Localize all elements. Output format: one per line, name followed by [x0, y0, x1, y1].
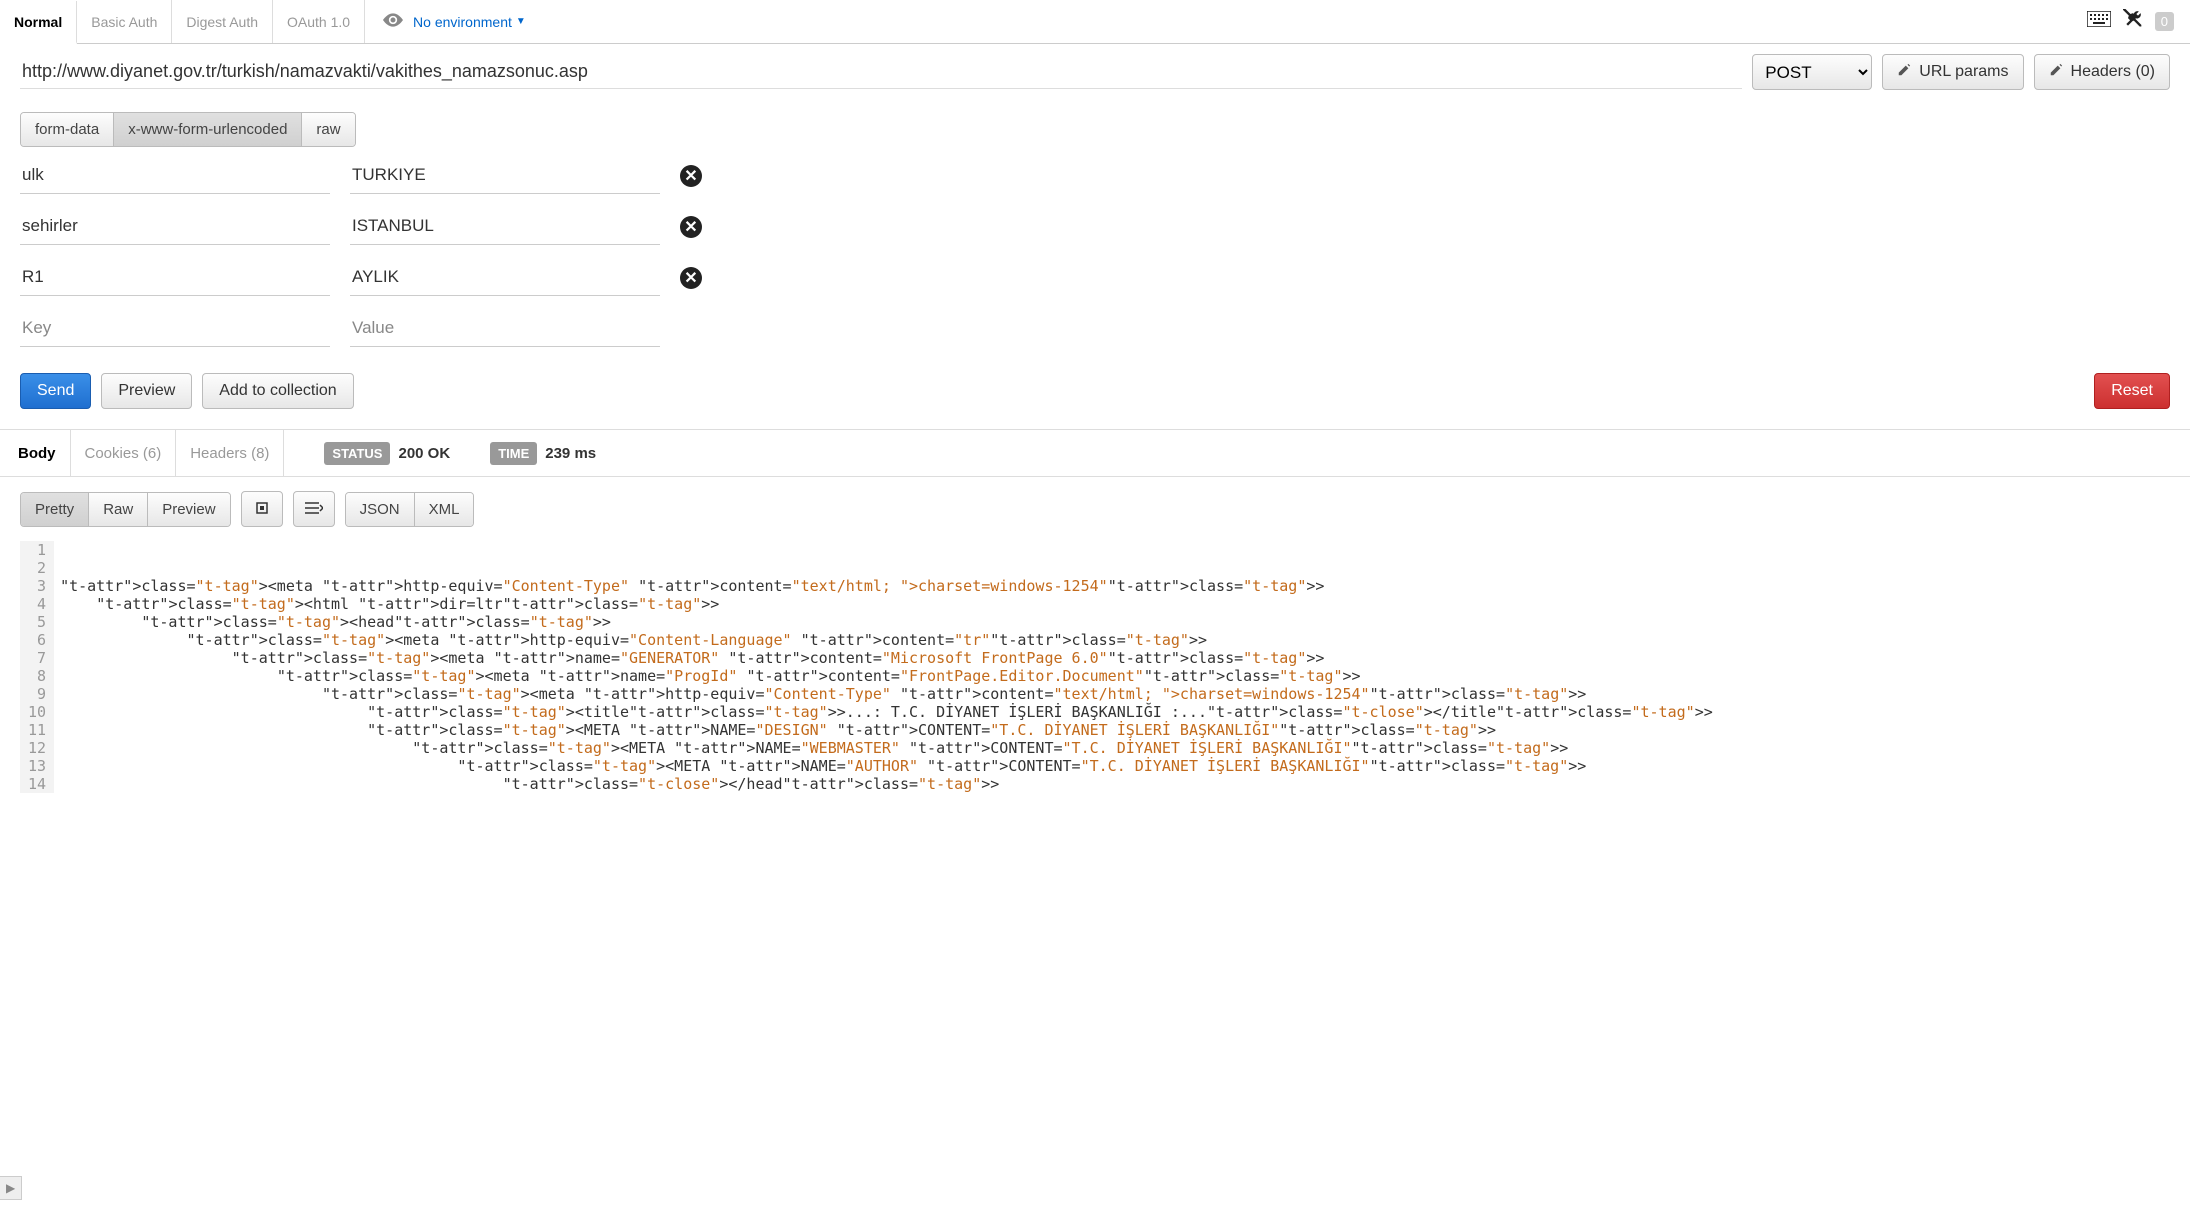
line-gutter: 1234567891011121314 [20, 541, 54, 793]
lang-group: JSON XML [345, 492, 475, 527]
headers-button[interactable]: Headers (0) [2034, 54, 2170, 90]
delete-param-button[interactable]: ✕ [680, 267, 702, 289]
tools-icon[interactable] [2123, 9, 2143, 34]
caret-down-icon: ▼ [516, 16, 526, 27]
close-icon: ✕ [684, 217, 697, 237]
request-row: POST URL params Headers (0) [0, 44, 2190, 94]
params-table: ✕ ✕ ✕ [0, 157, 2190, 347]
body-type-group: form-data x-www-form-urlencoded raw [20, 112, 356, 147]
param-value-input[interactable] [350, 310, 660, 347]
tab-body[interactable]: Body [4, 430, 71, 476]
counter-badge[interactable]: 0 [2155, 12, 2174, 31]
view-mode-group: Pretty Raw Preview [20, 492, 231, 527]
status-value: 200 OK [398, 445, 450, 462]
copy-icon [254, 500, 270, 519]
code-content[interactable]: "t-attr">class="t-tag"><meta "t-attr">ht… [54, 541, 1713, 793]
auth-tabs: Normal Basic Auth Digest Auth OAuth 1.0 [0, 0, 365, 43]
tab-basic-auth[interactable]: Basic Auth [77, 0, 172, 43]
url-params-label: URL params [1919, 63, 2008, 81]
preview-button[interactable]: Preview [101, 373, 192, 409]
status-label: STATUS [324, 442, 390, 465]
copy-button[interactable] [241, 491, 283, 527]
param-row-empty [20, 310, 2170, 347]
method-select[interactable]: POST [1752, 54, 1872, 90]
environment-label: No environment [413, 14, 512, 30]
body-type-row: form-data x-www-form-urlencoded raw [0, 94, 2190, 157]
close-icon: ✕ [684, 166, 697, 186]
tab-digest-auth[interactable]: Digest Auth [172, 0, 273, 43]
lang-xml[interactable]: XML [415, 493, 474, 526]
param-key-input[interactable] [20, 208, 330, 245]
param-value-input[interactable] [350, 259, 660, 296]
tab-cookies[interactable]: Cookies (6) [71, 430, 177, 476]
param-value-input[interactable] [350, 208, 660, 245]
response-code: 1234567891011121314 "t-attr">class="t-ta… [0, 541, 2190, 813]
param-value-input[interactable] [350, 157, 660, 194]
wrap-icon [305, 501, 323, 518]
time-group: TIME 239 ms [490, 442, 596, 465]
delete-param-button[interactable]: ✕ [680, 216, 702, 238]
time-label: TIME [490, 442, 537, 465]
tab-oauth[interactable]: OAuth 1.0 [273, 0, 365, 43]
topbar-right: 0 [2087, 9, 2190, 34]
param-row: ✕ [20, 157, 2170, 194]
action-row: Send Preview Add to collection Reset [0, 361, 2190, 429]
view-preview[interactable]: Preview [148, 493, 229, 526]
param-row: ✕ [20, 208, 2170, 245]
body-type-urlencoded[interactable]: x-www-form-urlencoded [114, 113, 302, 146]
param-key-input[interactable] [20, 310, 330, 347]
edit-icon [2049, 63, 2063, 82]
environment-select[interactable]: No environment ▼ [413, 14, 526, 30]
view-mode-row: Pretty Raw Preview JSON XML [0, 477, 2190, 541]
url-input[interactable] [20, 55, 1742, 89]
param-row: ✕ [20, 259, 2170, 296]
top-bar: Normal Basic Auth Digest Auth OAuth 1.0 … [0, 0, 2190, 44]
lang-json[interactable]: JSON [346, 493, 415, 526]
reset-button[interactable]: Reset [2094, 373, 2170, 409]
view-raw[interactable]: Raw [89, 493, 148, 526]
eye-icon[interactable] [383, 11, 403, 32]
send-button[interactable]: Send [20, 373, 91, 409]
delete-param-button[interactable]: ✕ [680, 165, 702, 187]
url-params-button[interactable]: URL params [1882, 54, 2023, 90]
keyboard-icon[interactable] [2087, 11, 2111, 32]
body-type-form-data[interactable]: form-data [21, 113, 114, 146]
param-key-input[interactable] [20, 157, 330, 194]
expand-sidebar-tab[interactable]: ▶ [0, 1176, 22, 1200]
add-collection-button[interactable]: Add to collection [202, 373, 353, 409]
close-icon: ✕ [684, 268, 697, 288]
time-value: 239 ms [545, 445, 596, 462]
tab-normal[interactable]: Normal [0, 1, 77, 44]
body-type-raw[interactable]: raw [302, 113, 354, 146]
wrap-toggle-button[interactable] [293, 491, 335, 527]
view-pretty[interactable]: Pretty [21, 493, 89, 526]
tab-headers[interactable]: Headers (8) [176, 430, 284, 476]
status-group: STATUS 200 OK [324, 442, 450, 465]
headers-label: Headers (0) [2071, 63, 2155, 81]
edit-icon [1897, 63, 1911, 82]
param-key-input[interactable] [20, 259, 330, 296]
response-tabs: Body Cookies (6) Headers (8) STATUS 200 … [0, 429, 2190, 477]
